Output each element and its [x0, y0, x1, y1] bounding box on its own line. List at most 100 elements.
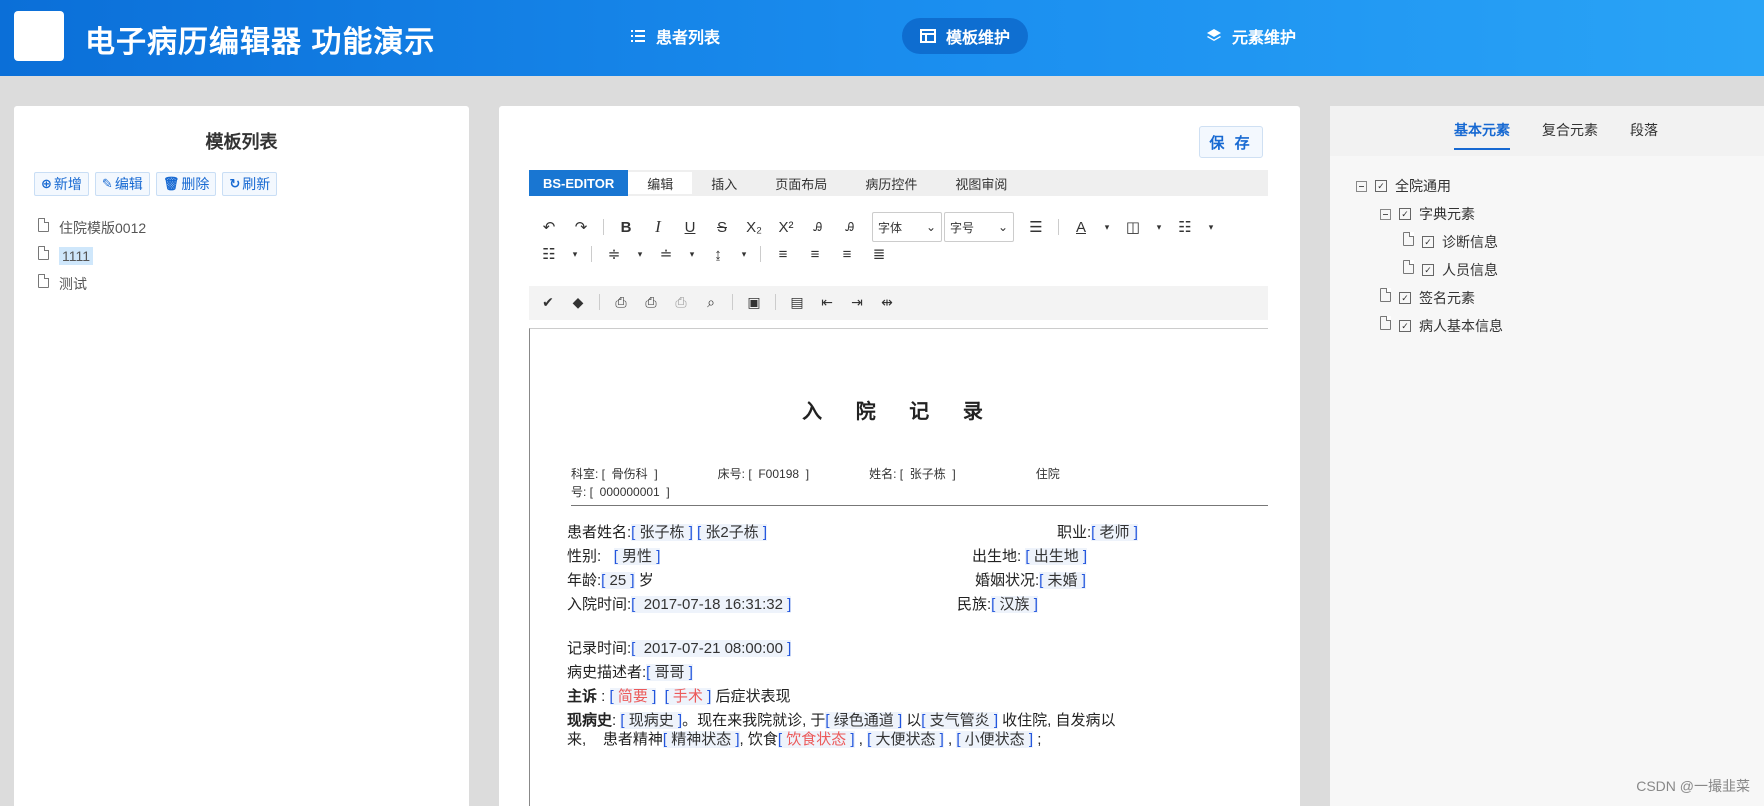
patient-name-field[interactable]: [ 张子栋 ]	[631, 524, 693, 541]
complaint-field-1[interactable]: [ 简要 ]	[609, 688, 657, 705]
separator	[732, 294, 733, 310]
marital-field[interactable]: [ 未婚 ]	[1039, 572, 1086, 589]
highlight-icon[interactable]: ◫	[1123, 217, 1143, 237]
hpi-field-6[interactable]: [ 大便状态 ]	[867, 731, 944, 748]
tab-compound-elements[interactable]: 复合元素	[1542, 120, 1598, 140]
collapse-icon[interactable]	[1356, 180, 1367, 192]
job-field[interactable]: [ 老师 ]	[1091, 524, 1138, 541]
field-value: 2017-07-21 08:00:00	[643, 640, 783, 657]
hpi-field-5[interactable]: [ 饮食状态 ]	[777, 731, 855, 748]
align-center-icon[interactable]: ≡	[805, 244, 825, 264]
admit-time-field[interactable]: [ 2017-07-18 16:31:32 ]	[631, 596, 792, 613]
document-canvas[interactable]: 入 院 记 录 科室: [ 骨伤科 ] 床号: [ F00198 ] 姓名: […	[529, 328, 1268, 806]
line-height-icon[interactable]: ↨	[708, 244, 728, 264]
barcode-icon[interactable]: ▣	[745, 292, 763, 312]
checkbox-icon[interactable]: ✓	[1375, 180, 1387, 192]
hpi-field-1[interactable]: [ 现病史 ]	[620, 712, 683, 729]
complaint-field-2[interactable]: [ 手术 ]	[664, 688, 712, 705]
redo-icon[interactable]: ↷	[571, 217, 591, 237]
nav-template-maintenance[interactable]: 模板维护	[902, 18, 1029, 54]
separator-insert-icon[interactable]: ⇹	[878, 292, 896, 312]
format-brush-icon[interactable]: ✔	[539, 292, 557, 312]
print-icon[interactable]: ⎙	[612, 292, 630, 312]
checkbox-icon[interactable]: ✓	[1422, 236, 1434, 248]
font-family-select[interactable]: 字体 ⌄	[872, 212, 942, 242]
tree-node-staff[interactable]: ✓ 人员信息	[1403, 260, 1498, 280]
hpi-field-2[interactable]: [ 绿色通道 ]	[825, 712, 903, 729]
checkbox-icon[interactable]: ✓	[1399, 320, 1411, 332]
tree-node-patient-info[interactable]: ✓ 病人基本信息	[1380, 316, 1503, 336]
patient-name-field-2[interactable]: [ 张2子栋 ]	[697, 524, 768, 541]
ethnic-field[interactable]: [ 汉族 ]	[991, 596, 1038, 613]
hpi-field-3[interactable]: [ 支气管炎 ]	[921, 712, 998, 729]
line-spacing-icon[interactable]: ☰	[1026, 217, 1046, 237]
template-item[interactable]: 住院模版0012	[38, 214, 146, 242]
delete-template-button[interactable]: 🗑 删除	[155, 172, 217, 196]
collapse-icon[interactable]	[1380, 208, 1391, 220]
align-justify-icon[interactable]: ≣	[869, 244, 889, 264]
checkbox-icon[interactable]: ✓	[1399, 208, 1411, 220]
bullet-list-icon[interactable]: ☷	[539, 244, 559, 264]
bold-icon[interactable]: B	[616, 217, 636, 237]
chevron-down-icon[interactable]: ▾	[1207, 217, 1215, 237]
paragraph-before-icon[interactable]: ≑	[604, 244, 624, 264]
font-color-icon[interactable]: A	[1071, 217, 1091, 237]
birthplace-field[interactable]: [ 出生地 ]	[1025, 548, 1088, 565]
undo-icon[interactable]: ↶	[539, 217, 559, 237]
narrator-field[interactable]: [ 哥哥 ]	[646, 664, 693, 681]
chevron-down-icon[interactable]: ▾	[636, 244, 644, 264]
chevron-down-icon[interactable]: ▾	[571, 244, 579, 264]
hpi-field-4[interactable]: [ 精神状态 ]	[662, 731, 740, 748]
strikethrough-icon[interactable]: S	[712, 217, 732, 237]
align-right-icon[interactable]: ≡	[837, 244, 857, 264]
edit-template-button[interactable]: ✎ 编辑	[94, 172, 150, 196]
tab-paragraph[interactable]: 段落	[1630, 120, 1658, 140]
tab-edit[interactable]: 编辑	[628, 172, 693, 194]
print-disabled-icon[interactable]: ⎙	[672, 292, 690, 312]
checkbox-icon[interactable]: ✓	[1399, 292, 1411, 304]
chevron-down-icon[interactable]: ▾	[688, 244, 696, 264]
format-painter-icon[interactable]: Ꭿ	[840, 217, 860, 237]
refresh-template-button[interactable]: ↻ 刷新	[222, 172, 278, 196]
tree-node-diagnosis[interactable]: ✓ 诊断信息	[1403, 232, 1498, 252]
eraser-icon[interactable]: ◆	[569, 292, 587, 312]
indent-right-icon[interactable]: ⇥	[848, 292, 866, 312]
template-item-selected[interactable]: 1111	[38, 242, 146, 270]
paragraph-after-icon[interactable]: ≐	[656, 244, 676, 264]
checkbox-icon[interactable]: ✓	[1422, 264, 1434, 276]
add-template-button[interactable]: ⊕ 新增	[34, 172, 89, 196]
tab-basic-elements[interactable]: 基本元素	[1454, 120, 1510, 150]
tab-record-controls[interactable]: 病历控件	[846, 172, 936, 194]
print-preview-icon[interactable]: ⌕	[702, 292, 720, 312]
indent-left-icon[interactable]: ⇤	[818, 292, 836, 312]
align-left-icon[interactable]: ≡	[773, 244, 793, 264]
nav-element-maintenance[interactable]: 元素维护	[1188, 18, 1314, 54]
font-size-select[interactable]: 字号 ⌄	[944, 212, 1014, 242]
tree-node-dict[interactable]: ✓ 字典元素	[1380, 204, 1475, 224]
admit-time-row: 入院时间:[ 2017-07-18 16:31:32 ]	[567, 593, 792, 614]
clear-format-icon[interactable]: Ꭿ	[808, 217, 828, 237]
page-break-icon[interactable]: ▤	[788, 292, 806, 312]
gender-field[interactable]: [ 男性 ]	[613, 548, 661, 565]
tree-node-signature[interactable]: ✓ 签名元素	[1380, 288, 1475, 308]
tab-view-review[interactable]: 视图审阅	[936, 172, 1026, 194]
italic-icon[interactable]: I	[648, 217, 668, 237]
nav-patient-list[interactable]: 患者列表	[612, 18, 738, 54]
print-selection-icon[interactable]: ⎙	[642, 292, 660, 312]
underline-icon[interactable]: U	[680, 217, 700, 237]
tab-page-layout[interactable]: 页面布局	[756, 172, 846, 194]
save-button[interactable]: 保 存	[1199, 126, 1263, 158]
chevron-down-icon[interactable]: ▾	[1155, 217, 1163, 237]
hpi-field-7[interactable]: [ 小便状态 ]	[956, 731, 1034, 748]
age-field[interactable]: [ 25 ]	[601, 572, 635, 589]
superscript-icon[interactable]: X²	[776, 217, 796, 237]
plus-circle-icon: ⊕	[41, 176, 52, 191]
chevron-down-icon[interactable]: ▾	[740, 244, 748, 264]
template-item[interactable]: 测试	[38, 270, 146, 298]
record-time-field[interactable]: [ 2017-07-21 08:00:00 ]	[631, 640, 792, 657]
subscript-icon[interactable]: X₂	[744, 217, 764, 237]
tab-insert[interactable]: 插入	[692, 172, 756, 194]
chevron-down-icon[interactable]: ▾	[1103, 217, 1111, 237]
tree-node-root[interactable]: ✓ 全院通用	[1356, 176, 1451, 196]
list-icon[interactable]: ☷	[1175, 217, 1195, 237]
